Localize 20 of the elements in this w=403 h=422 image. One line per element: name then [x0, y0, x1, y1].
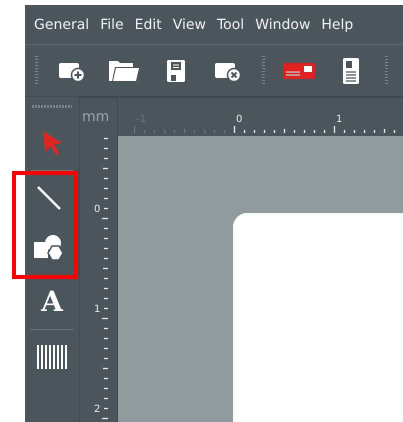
menu-item[interactable]: View	[172, 16, 206, 32]
text-tool[interactable]: A	[28, 277, 76, 327]
barcode-icon	[36, 344, 68, 370]
folder-icon	[107, 58, 141, 82]
ruler-label: 0	[94, 204, 100, 215]
ruler-label: 1	[94, 304, 100, 315]
ruler-label: 1	[336, 114, 342, 125]
ruler-unit: mm	[82, 109, 110, 125]
card-icon	[282, 60, 316, 80]
ruler-label: 0	[236, 114, 242, 125]
menu-item[interactable]: General	[34, 16, 90, 32]
menu-item[interactable]: Tool	[216, 16, 244, 32]
menu-item[interactable]: File	[100, 16, 124, 32]
document-icon	[342, 56, 360, 84]
menu-item[interactable]: Window	[255, 16, 310, 32]
menu-item[interactable]: Help	[321, 16, 354, 32]
ruler-label: 2	[94, 404, 100, 415]
pointer-icon	[41, 130, 63, 156]
menu-item[interactable]: Edit	[134, 16, 162, 32]
line-icon	[36, 185, 62, 211]
